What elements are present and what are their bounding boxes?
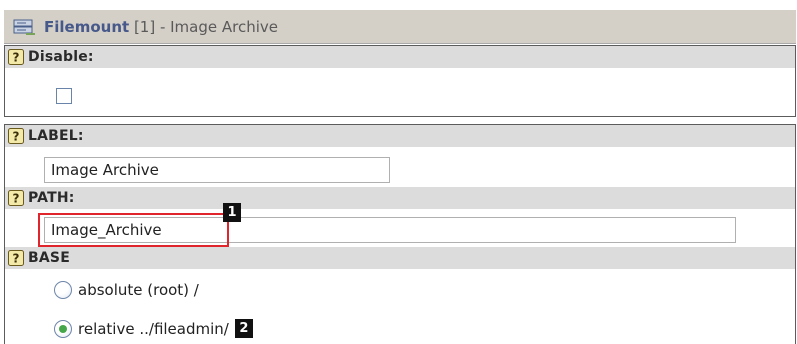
base-radio-absolute[interactable] <box>54 281 72 299</box>
help-icon[interactable]: ? <box>8 128 24 144</box>
svg-text:?: ? <box>13 192 20 206</box>
svg-text:?: ? <box>13 51 20 65</box>
label-field-label: LABEL: <box>28 128 84 144</box>
help-icon[interactable]: ? <box>8 250 24 266</box>
path-field-header: ? PATH: <box>5 187 795 209</box>
path-highlight-box <box>38 213 229 247</box>
disable-field-header: ? Disable: <box>5 46 795 68</box>
svg-text:?: ? <box>13 130 20 144</box>
base-option-relative-label: relative ../fileadmin/ <box>78 319 229 338</box>
base-field-label: BASE <box>28 250 70 266</box>
help-icon[interactable]: ? <box>8 190 24 206</box>
filemount-icon <box>13 19 35 35</box>
record-title: Filemount [1] - Image Archive <box>44 18 278 36</box>
record-title-rest: [1] - Image Archive <box>129 17 279 36</box>
record-type-label: Filemount <box>44 17 130 36</box>
main-fields-panel: ? LABEL: Image Archive ? PATH: Image_Arc… <box>4 124 796 344</box>
annotation-marker-2: 2 <box>234 319 253 338</box>
base-field-header: ? BASE <box>5 247 795 269</box>
svg-text:?: ? <box>13 252 20 266</box>
disable-checkbox[interactable] <box>56 88 72 104</box>
base-radio-relative[interactable] <box>54 319 72 338</box>
record-edit-form: Filemount [1] - Image Archive ? Disable:… <box>4 0 796 344</box>
disable-label: Disable: <box>28 49 94 65</box>
annotation-marker-1: 1 <box>223 203 241 222</box>
record-title-bar: Filemount [1] - Image Archive <box>4 10 796 44</box>
base-option-absolute[interactable]: absolute (root) / <box>54 281 199 299</box>
label-input[interactable]: Image Archive <box>44 157 390 183</box>
base-option-relative[interactable]: relative ../fileadmin/ 2 <box>54 319 253 338</box>
path-field-label: PATH: <box>28 190 75 206</box>
label-field-header: ? LABEL: <box>5 125 795 147</box>
disable-panel: ? Disable: <box>4 45 796 117</box>
help-icon[interactable]: ? <box>8 49 24 65</box>
base-option-absolute-label: absolute (root) / <box>78 281 199 299</box>
